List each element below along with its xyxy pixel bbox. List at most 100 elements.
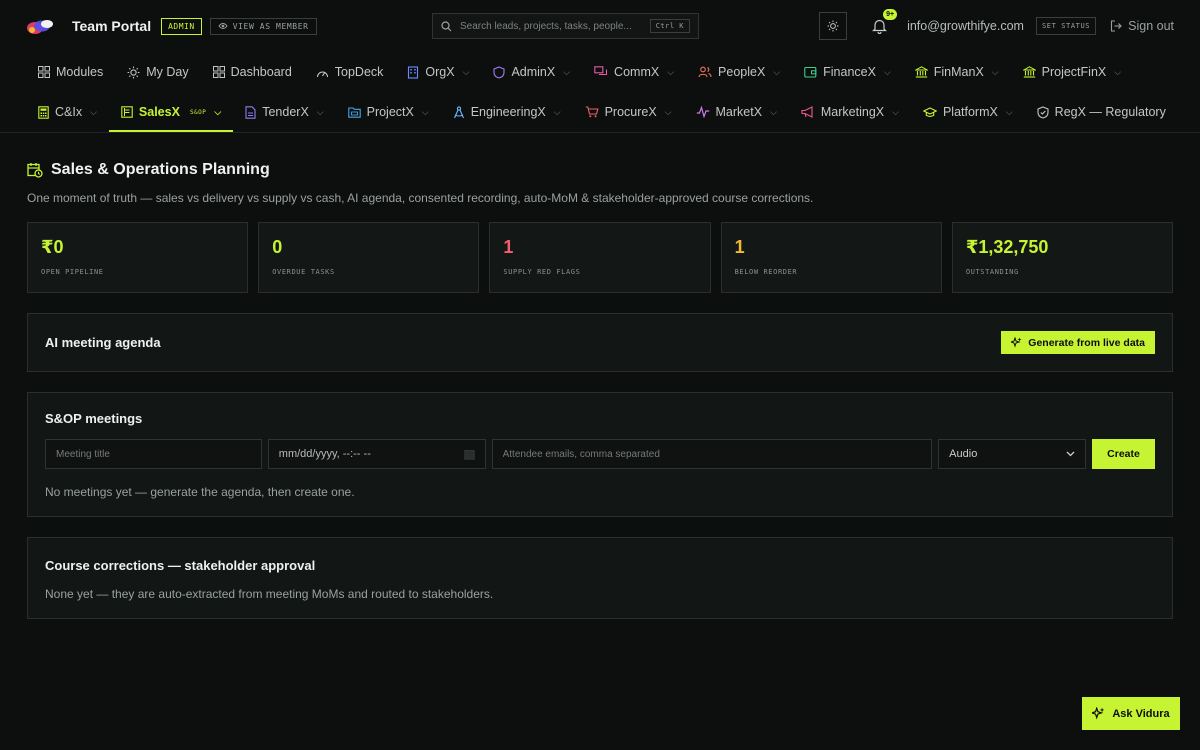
theme-toggle-button[interactable]: [819, 12, 848, 40]
nav-projectx[interactable]: ProjectX ⌵: [336, 92, 441, 132]
admin-badge: ADMIN: [161, 17, 202, 35]
nav-modules[interactable]: Modules: [26, 52, 115, 92]
page-title: Sales & Operations Planning: [51, 161, 270, 178]
nav-dashboard[interactable]: Dashboard: [201, 52, 304, 92]
corrections-empty-state: None yet — they are auto-extracted from …: [45, 587, 494, 601]
kpi-card-supply-red-flags: 1 SUPPLY RED FLAGS: [489, 222, 711, 293]
nav-tag: S&OP: [189, 108, 207, 116]
nav-tenderx[interactable]: TenderX ⌵: [233, 92, 335, 132]
meeting-datetime-input[interactable]: mm/dd/yyyy, --:-- --: [267, 439, 486, 469]
nav-my-day[interactable]: My Day: [115, 52, 200, 92]
nav-regx[interactable]: RegX — Regulatory: [1025, 92, 1178, 132]
bank-icon: [1022, 66, 1036, 78]
view-as-member-button[interactable]: VIEW AS MEMBER: [209, 17, 317, 35]
secondary-nav: C&Ix ⌵ SalesX S&OP ⌵ TenderX ⌵ ProjectX …: [0, 92, 1200, 132]
attendee-emails-input[interactable]: [491, 439, 933, 469]
chevron-down-icon: ⌵: [667, 66, 675, 77]
ai-agenda-panel: AI meeting agenda Generate from live dat…: [27, 313, 1173, 372]
nav-label: CommX: [614, 65, 660, 79]
nav-finmanx[interactable]: FinManX ⌵: [903, 52, 1011, 92]
brand[interactable]: Team Portal: [26, 16, 151, 36]
generate-agenda-button[interactable]: Generate from live data: [1001, 331, 1155, 354]
chevron-down-icon: ⌵: [773, 66, 781, 77]
nav-platformx[interactable]: PlatformX ⌵: [911, 92, 1025, 132]
set-status-button[interactable]: SET STATUS: [1035, 17, 1097, 35]
global-search[interactable]: Ctrl K: [432, 13, 699, 39]
nav-procurex[interactable]: ProcureX ⌵: [573, 92, 684, 132]
wallet-icon: [804, 66, 817, 78]
nav-peoplex[interactable]: PeopleX ⌵: [686, 52, 792, 92]
nav-label: TopDeck: [334, 65, 384, 79]
brand-title: Team Portal: [72, 18, 152, 34]
notifications-button[interactable]: 9+: [869, 9, 898, 36]
user-email[interactable]: info@growthifye.com: [907, 19, 1024, 33]
grid-icon: [38, 66, 50, 78]
bank-icon: [914, 66, 928, 78]
nav-label: Dashboard: [230, 65, 292, 79]
graduation-icon: [922, 106, 937, 117]
nav-label: PeopleX: [718, 65, 766, 79]
bell-icon: [871, 19, 887, 34]
nav-label: EngineeringX: [470, 105, 546, 119]
chevron-down-icon: ⌵: [770, 106, 777, 117]
compass-icon: [453, 105, 464, 118]
create-meeting-button[interactable]: Create: [1092, 439, 1155, 469]
nav-orgx[interactable]: OrgX ⌵: [395, 52, 481, 92]
page-header: Sales & Operations Planning: [27, 161, 1173, 179]
chevron-down-icon: ⌵: [1114, 66, 1122, 77]
nav-financex[interactable]: FinanceX ⌵: [792, 52, 903, 92]
kpi-value: 1: [503, 237, 514, 257]
logo-icon: [26, 16, 54, 36]
recording-mode-select[interactable]: Audio: [938, 439, 1087, 469]
top-bar: Team Portal ADMIN VIEW AS MEMBER Ctrl K …: [0, 0, 1200, 52]
nav-label: MarketX: [715, 105, 763, 119]
nav-marketingx[interactable]: MarketingX ⌵: [789, 92, 911, 132]
nav-projectfinx[interactable]: ProjectFinX ⌵: [1011, 52, 1133, 92]
gauge-icon: [316, 71, 328, 77]
kpi-label: OUTSTANDING: [965, 268, 1019, 276]
nav-adminx[interactable]: AdminX ⌵: [481, 52, 582, 92]
nav-label: My Day: [146, 65, 189, 79]
chevron-down-icon: ⌵: [421, 106, 429, 117]
search-icon: [441, 20, 452, 31]
nav-marketx[interactable]: MarketX ⌵: [684, 92, 789, 132]
chevron-down-icon: ⌵: [991, 66, 999, 77]
nav-salesx[interactable]: SalesX S&OP ⌵: [108, 92, 234, 132]
sign-out-button[interactable]: Sign out: [1110, 19, 1174, 33]
meetings-empty-state: No meetings yet — generate the agenda, t…: [45, 485, 355, 499]
ask-vidura-button[interactable]: Ask Vidura: [1082, 697, 1180, 730]
nav-engineeringx[interactable]: EngineeringX ⌵: [441, 92, 573, 132]
sparkle-icon: [1011, 337, 1022, 348]
file-icon: [245, 105, 256, 119]
nav-commx[interactable]: CommX ⌵: [582, 52, 686, 92]
nav-label: TenderX: [262, 105, 309, 119]
shield-icon: [493, 65, 505, 79]
nav-label: RegX — Regulatory: [1054, 105, 1166, 119]
meeting-title-input[interactable]: [45, 439, 262, 469]
calendar-clock-icon: [27, 163, 43, 178]
generate-agenda-label: Generate from live data: [1028, 336, 1145, 349]
grid-icon: [212, 66, 225, 78]
view-as-member-label: VIEW AS MEMBER: [232, 21, 309, 31]
main-content: Sales & Operations Planning One moment o…: [0, 161, 1200, 619]
chevron-down-icon: [1066, 451, 1075, 457]
kpi-row: ₹0 OPEN PIPELINE 0 OVERDUE TASKS 1 SUPPL…: [27, 222, 1174, 293]
folder-icon: [347, 106, 361, 118]
nav-topdeck[interactable]: TopDeck: [304, 52, 396, 92]
kpi-label: OVERDUE TASKS: [272, 268, 335, 276]
search-input[interactable]: [460, 20, 642, 32]
calculator-icon: [38, 105, 49, 119]
calendar-icon: [463, 449, 475, 460]
sign-out-label: Sign out: [1128, 19, 1174, 33]
chevron-down-icon: ⌵: [1005, 106, 1013, 117]
nav-label: ProjectX: [366, 105, 414, 119]
kpi-value: ₹0: [41, 237, 64, 257]
pulse-icon: [696, 106, 709, 118]
panel-title: S&OP meetings: [45, 411, 143, 426]
search-shortcut: Ctrl K: [649, 19, 690, 33]
kpi-label: BELOW REORDER: [734, 268, 798, 276]
course-corrections-panel: Course corrections — stakeholder approva…: [27, 537, 1173, 619]
nav-cnix[interactable]: C&Ix ⌵: [26, 92, 109, 132]
kpi-value: ₹1,32,750: [965, 237, 1049, 257]
page-subtitle: One moment of truth — sales vs delivery …: [27, 191, 814, 205]
